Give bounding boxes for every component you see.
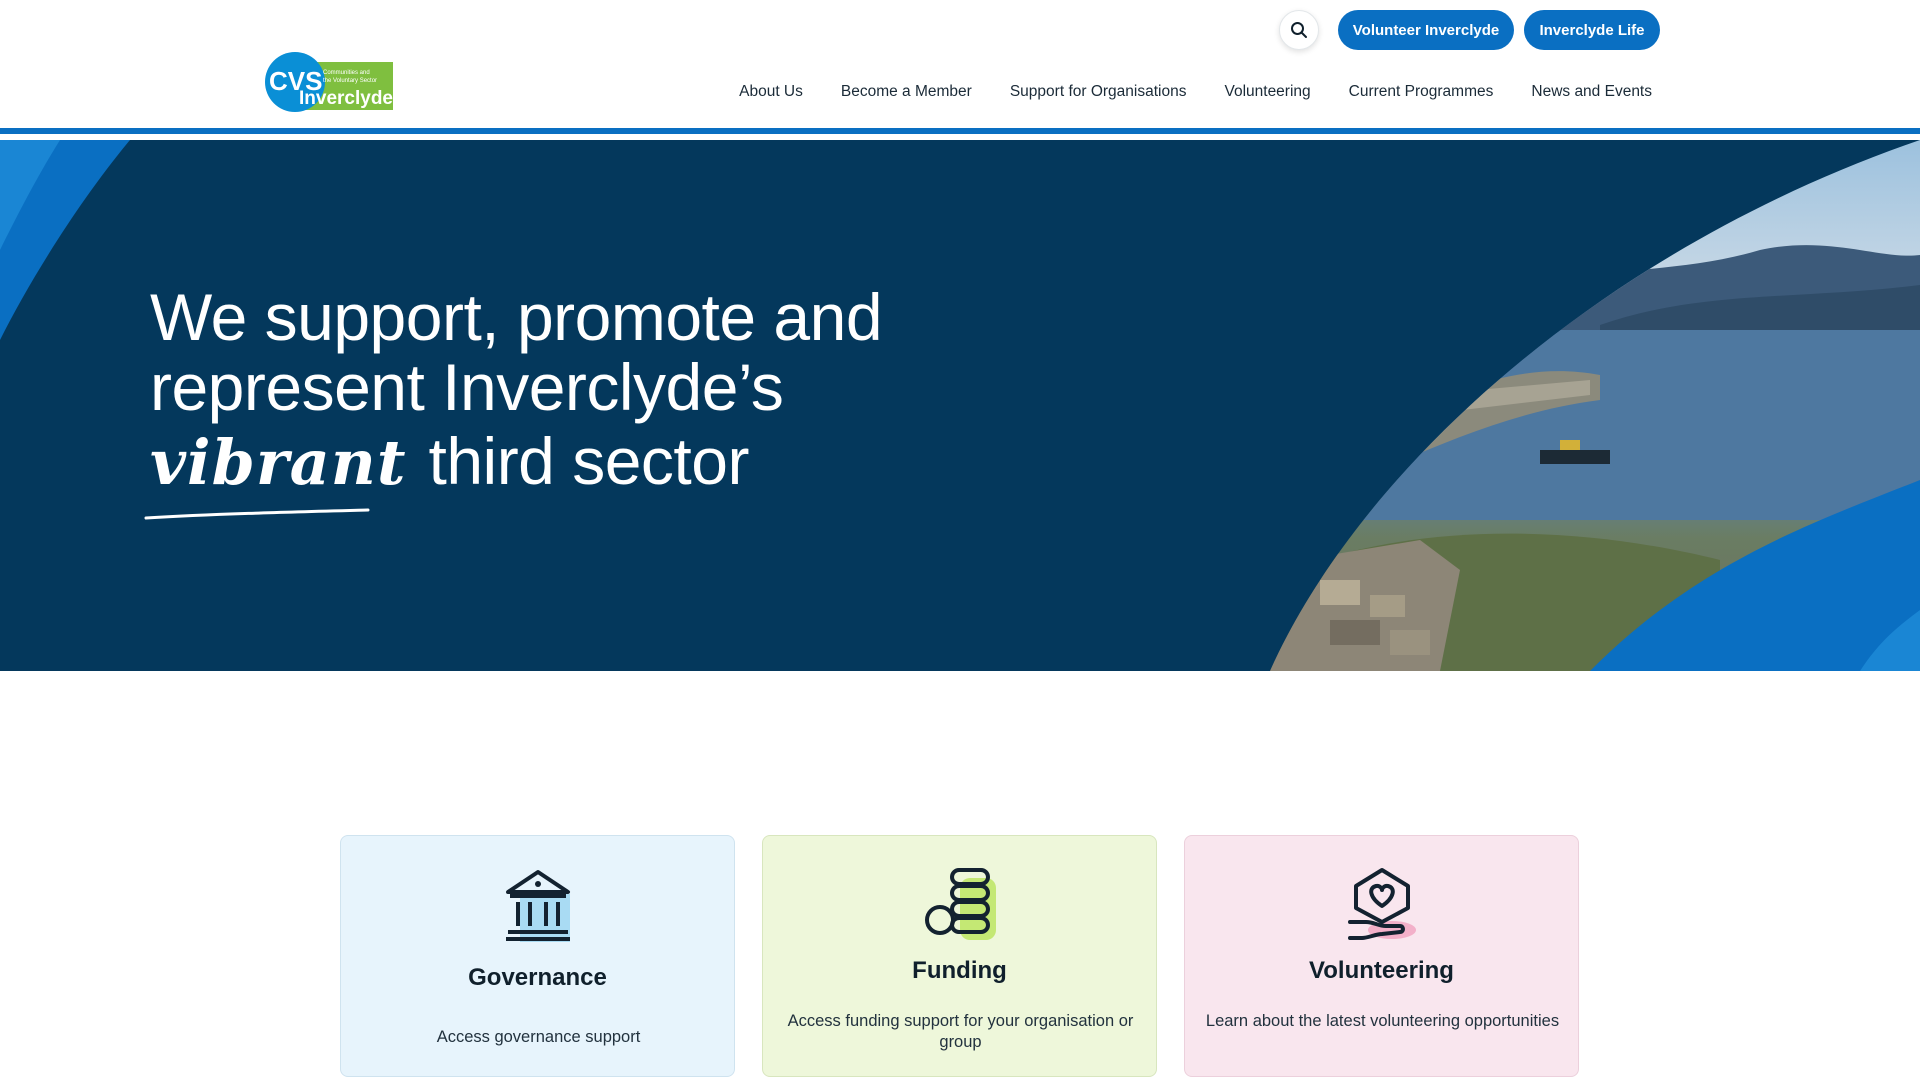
governance-card-title: Governance <box>468 964 607 991</box>
volunteering-card[interactable]: Volunteering Learn about the latest volu… <box>1184 835 1579 1077</box>
main-nav: About Us Become a Member Support for Org… <box>739 80 1652 104</box>
bank-building-icon <box>505 870 570 942</box>
nav-support-for-organisations[interactable]: Support for Organisations <box>1010 83 1187 101</box>
logo-tagline-1: Communities and <box>323 70 370 76</box>
nav-current-programmes[interactable]: Current Programmes <box>1349 83 1494 101</box>
coins-stack-icon <box>924 868 996 940</box>
hero-heading-line-3: vibrant third sector <box>144 424 970 520</box>
hero-heading-line-1: We support, promote and <box>150 280 883 354</box>
search-button[interactable] <box>1279 10 1319 50</box>
search-icon <box>1291 22 1307 38</box>
hand-heart-icon <box>1347 868 1416 940</box>
nav-become-a-member[interactable]: Become a Member <box>841 83 972 101</box>
nav-about-us[interactable]: About Us <box>739 83 803 101</box>
hero-heading-line-3-rest: third sector <box>428 424 749 498</box>
nav-news-and-events[interactable]: News and Events <box>1531 83 1652 101</box>
hand-drawn-underline <box>144 508 370 520</box>
volunteering-card-title: Volunteering <box>1309 957 1454 984</box>
governance-card-description: Access governance support <box>436 1028 641 1046</box>
hero-banner: We support, promote and represent Inverc… <box>0 140 1920 671</box>
hero-heading: We support, promote and represent Inverc… <box>144 280 970 520</box>
inverclyde-life-button[interactable]: Inverclyde Life <box>1524 10 1660 50</box>
hero-heading-line-2: represent Inverclyde’s <box>150 350 784 424</box>
volunteering-card-description: Learn about the latest volunteering oppo… <box>1205 1012 1560 1030</box>
funding-card[interactable]: Funding Access funding support for your … <box>762 835 1157 1077</box>
hero-highlight-word: vibrant <box>144 426 407 520</box>
nav-volunteering[interactable]: Volunteering <box>1224 83 1310 101</box>
logo-name-text: Inverclyde <box>299 88 393 109</box>
volunteer-inverclyde-button[interactable]: Volunteer Inverclyde <box>1338 10 1514 50</box>
governance-card[interactable]: Governance Access governance support <box>340 835 735 1077</box>
site-header: CVS Communities and the Voluntary Sector… <box>0 0 1920 134</box>
logo-tagline-2: the Voluntary Sector <box>323 78 377 84</box>
hero-highlight-text: vibrant <box>150 426 407 499</box>
cvs-inverclyde-logo[interactable]: CVS Communities and the Voluntary Sector… <box>265 52 395 112</box>
funding-card-title: Funding <box>912 957 1007 984</box>
funding-card-description: Access funding support for your organisa… <box>787 1012 1134 1051</box>
